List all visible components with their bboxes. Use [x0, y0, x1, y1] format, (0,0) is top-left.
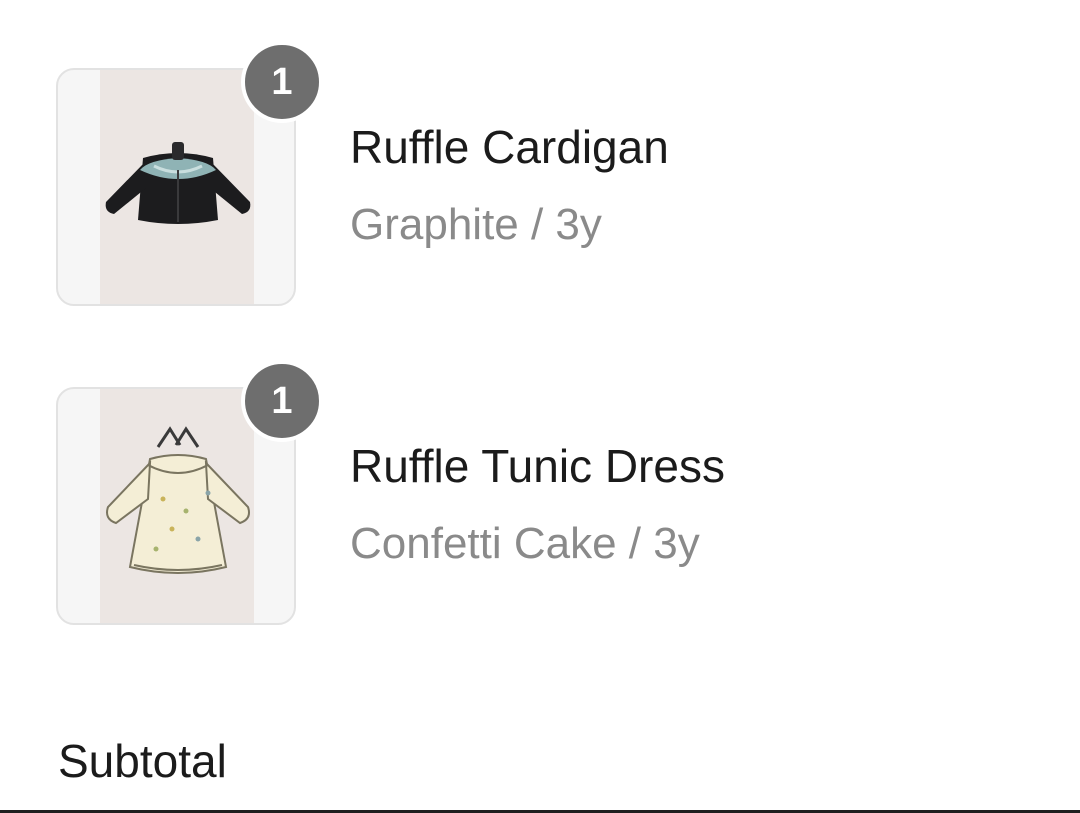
product-name[interactable]: Ruffle Tunic Dress [350, 439, 725, 493]
cart-line-item[interactable]: 1 Ruffle Tunic Dress Confetti Cake / 3y [0, 359, 1080, 639]
subtotal-label: Subtotal [58, 735, 227, 787]
quantity-badge: 1 [241, 360, 323, 442]
quantity-badge: 1 [241, 41, 323, 123]
product-variant: Graphite / 3y [350, 200, 602, 249]
product-name[interactable]: Ruffle Cardigan [350, 120, 669, 174]
product-variant: Confetti Cake / 3y [350, 519, 700, 568]
cart-line-item[interactable]: 1 Ruffle Cardigan Graphite / 3y [0, 40, 1080, 320]
